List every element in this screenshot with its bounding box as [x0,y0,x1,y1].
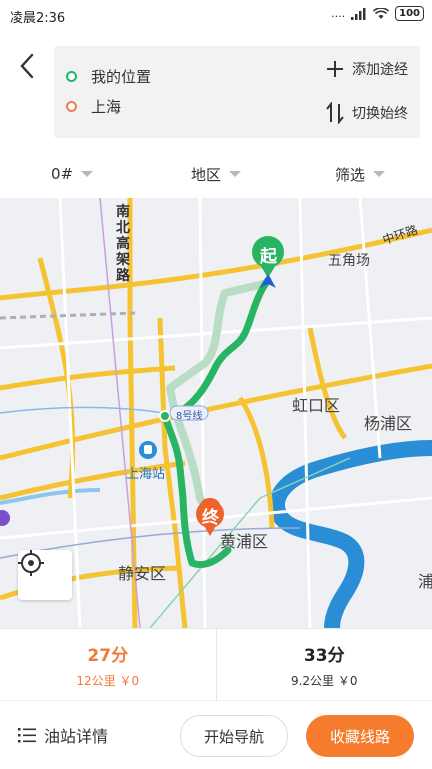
origin-dot-icon [66,71,77,82]
map-label-shanghai-station: 上海站 [126,463,165,482]
bottom-action-bar: 油站详情 开始导航 收藏线路 [0,700,432,769]
save-route-button[interactable]: 收藏线路 [306,715,414,757]
start-navigation-label: 开始导航 [204,726,264,747]
swap-button[interactable]: 切换始终 [326,100,408,126]
route-header: 我的位置 上海 添加途经 切换始终 [0,30,432,150]
station-details-label: 油站详情 [44,723,108,747]
map-label-wujiaochang: 五角场 [328,250,370,270]
dropdown-arrow-icon [229,171,241,177]
map-label-north-south-road: 南北高架路 [116,204,132,284]
start-navigation-button[interactable]: 开始导航 [180,715,288,757]
swap-label: 切换始终 [352,103,408,123]
destination-label: 上海 [91,96,121,117]
swap-icon [326,102,344,124]
route-option-1[interactable]: 27分 12公里 ￥0 [0,629,216,701]
status-bar: 凌晨2:36 .... 100 [0,0,432,30]
filter-fuel-type[interactable]: 0# [0,150,144,198]
destination-dot-icon [66,101,77,112]
filter-region-label: 地区 [191,164,221,185]
route-option-time: 33分 [304,641,345,666]
route-option-meta: 9.2公里 ￥0 [291,672,358,689]
more-dots-icon: .... [331,7,345,20]
filter-region[interactable]: 地区 [144,150,288,198]
map-label-jingan: 静安区 [118,560,166,584]
add-waypoint-button[interactable]: 添加途经 [326,56,408,82]
chevron-left-icon [19,53,35,79]
origin-field[interactable]: 我的位置 [66,64,151,88]
map-label-huangpu: 黄浦区 [220,528,268,552]
route-option-time: 27分 [87,641,128,666]
status-icons: .... 100 [331,6,424,21]
map-label-metro-8: 8号线 [176,407,202,422]
start-marker-label: 起 [260,242,277,267]
status-time: 凌晨2:36 [10,7,65,26]
origin-label: 我的位置 [91,66,151,87]
save-route-label: 收藏线路 [330,726,390,747]
filter-bar: 0# 地区 筛选 [0,150,432,198]
signal-icon [351,8,367,20]
route-option-meta: 12公里 ￥0 [76,672,139,689]
list-icon [18,727,36,743]
end-marker-label: 终 [202,503,219,528]
map-label-pudong-fragment: 浦 [418,568,432,592]
crosshair-icon [18,550,44,576]
filter-fuel-label: 0# [51,165,73,183]
route-input-box: 我的位置 上海 添加途经 切换始终 [54,46,420,138]
dropdown-arrow-icon [81,171,93,177]
back-button[interactable] [12,48,42,84]
route-options: 27分 12公里 ￥0 33分 9.2公里 ￥0 [0,628,432,701]
route-option-2[interactable]: 33分 9.2公里 ￥0 [216,629,432,701]
dropdown-arrow-icon [373,171,385,177]
map-label-hongkou: 虹口区 [292,392,340,416]
filter-more[interactable]: 筛选 [288,150,432,198]
locate-me-button[interactable] [18,550,72,600]
wifi-icon [373,8,389,20]
destination-field[interactable]: 上海 [66,94,121,118]
station-details-button[interactable]: 油站详情 [18,723,108,747]
map-view[interactable]: 南北高架路 中环路 五角场 虹口区 杨浦区 上海站 黄浦区 静安区 8号线 浦 … [0,198,432,628]
filter-more-label: 筛选 [335,164,365,185]
battery-icon: 100 [395,6,424,21]
add-waypoint-label: 添加途经 [352,59,408,79]
map-label-yangpu: 杨浦区 [364,410,412,434]
plus-icon [326,60,344,78]
